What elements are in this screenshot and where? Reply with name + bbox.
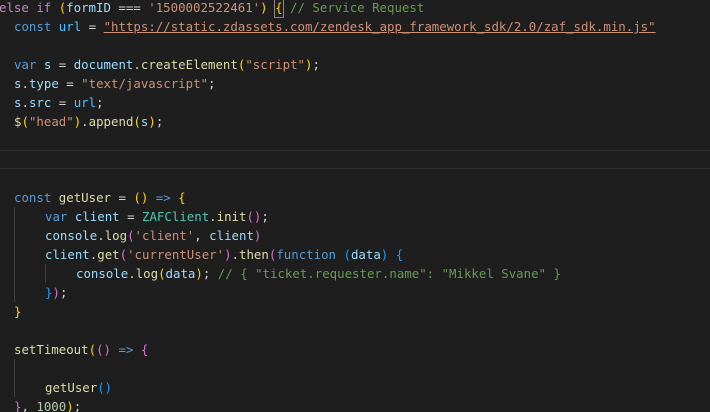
code-line[interactable]: var client = ZAFClient. init(); bbox=[0, 207, 269, 226]
paren-open: ( bbox=[58, 0, 67, 15]
prop-src: src bbox=[28, 95, 52, 110]
paren-close: ) bbox=[260, 0, 268, 15]
var-s: s bbox=[140, 114, 149, 129]
fn-createElement: createElement bbox=[140, 57, 238, 72]
fn-init: init bbox=[216, 209, 247, 224]
prop-type: type bbox=[28, 76, 59, 91]
string-text-javascript: "text/javascript" bbox=[81, 76, 208, 91]
fn-getUser-call: getUser bbox=[45, 380, 98, 395]
brace-close: } bbox=[14, 399, 22, 412]
keyword-function: function bbox=[276, 247, 337, 262]
keyword-const: const bbox=[14, 190, 52, 205]
indent-guide bbox=[14, 245, 45, 264]
keyword-var: var bbox=[45, 209, 68, 224]
console-object: console bbox=[45, 228, 98, 243]
string-client: 'client' bbox=[134, 228, 195, 243]
var-s: s bbox=[14, 76, 22, 91]
brace-open: { bbox=[388, 247, 404, 262]
var-s: s bbox=[14, 95, 22, 110]
param-data: data bbox=[165, 266, 196, 281]
comment-requester: // { "ticket.requester.name": "Mikkel Sv… bbox=[217, 266, 561, 281]
indent-guide bbox=[14, 378, 45, 397]
code-line[interactable]: var s = document. createElement("script")… bbox=[0, 55, 320, 74]
indent-guide bbox=[14, 207, 45, 226]
fn-append: append bbox=[88, 114, 134, 129]
indent-guide bbox=[14, 226, 45, 245]
var-client: client bbox=[74, 209, 120, 224]
code-line[interactable]: } bbox=[0, 302, 21, 321]
code-line[interactable]: client. get('currentUser'). then(function … bbox=[0, 245, 403, 264]
fn-get: get bbox=[97, 247, 120, 262]
brace-close: } bbox=[14, 304, 22, 319]
param-data: data bbox=[350, 247, 381, 262]
keyword-var: var bbox=[14, 57, 37, 72]
code-line[interactable]: s. src = url; bbox=[0, 93, 104, 112]
fn-log: log bbox=[135, 266, 159, 281]
code-line[interactable]: s. type = "text/javascript"; bbox=[0, 74, 215, 93]
code-editor[interactable]: else if (formID === '1500002522461') { /… bbox=[0, 0, 710, 412]
keyword-if: if bbox=[36, 0, 52, 15]
number-1000: 1000 bbox=[36, 399, 67, 412]
string-form-id: '1500002522461' bbox=[148, 0, 261, 15]
indent-guide bbox=[14, 359, 45, 378]
fn-jquery: $ bbox=[14, 114, 22, 129]
indent-guide bbox=[45, 264, 76, 283]
class-ZAFClient: ZAFClient bbox=[142, 209, 210, 224]
keyword-const: const bbox=[14, 19, 52, 34]
brace-matched: { bbox=[274, 0, 284, 18]
var-s: s bbox=[43, 57, 52, 72]
var-formID: formID bbox=[66, 0, 111, 15]
url-string-link[interactable]: "https://static.zdassets.com/zendesk_app… bbox=[104, 17, 656, 36]
document-object: document bbox=[73, 57, 134, 72]
var-client: client bbox=[209, 228, 254, 243]
brace-open: { bbox=[140, 342, 149, 357]
const-url: url bbox=[73, 95, 97, 110]
keyword-else: else bbox=[0, 0, 29, 15]
fn-getUser: getUser bbox=[58, 190, 111, 205]
separator bbox=[0, 168, 710, 169]
brace-close: } bbox=[45, 285, 53, 300]
code-line[interactable]: }); bbox=[0, 283, 67, 302]
string-currentUser: 'currentUser' bbox=[127, 247, 225, 262]
fn-setTimeout: setTimeout bbox=[14, 342, 89, 357]
code-line[interactable]: setTimeout(() => { bbox=[0, 340, 148, 359]
operator: === bbox=[110, 0, 149, 15]
code-line[interactable]: }, 1000); bbox=[0, 397, 81, 412]
var-client: client bbox=[45, 247, 90, 262]
const-url: url bbox=[58, 19, 82, 34]
code-line[interactable] bbox=[0, 359, 45, 378]
fn-log: log bbox=[104, 228, 128, 243]
indent-guide bbox=[14, 264, 45, 283]
console-object: console bbox=[76, 266, 129, 281]
code-line[interactable]: getUser() bbox=[0, 378, 112, 397]
separator bbox=[0, 150, 710, 151]
string-head: "head" bbox=[28, 114, 74, 129]
code-line[interactable]: console. log('client', client) bbox=[0, 226, 261, 245]
code-line[interactable]: const url = "https://static.zdassets.com… bbox=[0, 17, 656, 36]
code-line[interactable]: else if (formID === '1500002522461') { /… bbox=[0, 0, 425, 18]
code-line[interactable]: console. log(data); // { "ticket.requeste… bbox=[0, 264, 561, 283]
fn-then: then bbox=[239, 247, 269, 262]
indent-guide bbox=[14, 283, 45, 302]
code-line[interactable]: $("head"). append(s); bbox=[0, 112, 163, 131]
code-line[interactable]: const getUser = () => { bbox=[0, 188, 186, 207]
brace-open: { bbox=[178, 190, 186, 205]
string-script: "script" bbox=[245, 57, 306, 72]
comment-service-request: // Service Request bbox=[290, 0, 425, 15]
